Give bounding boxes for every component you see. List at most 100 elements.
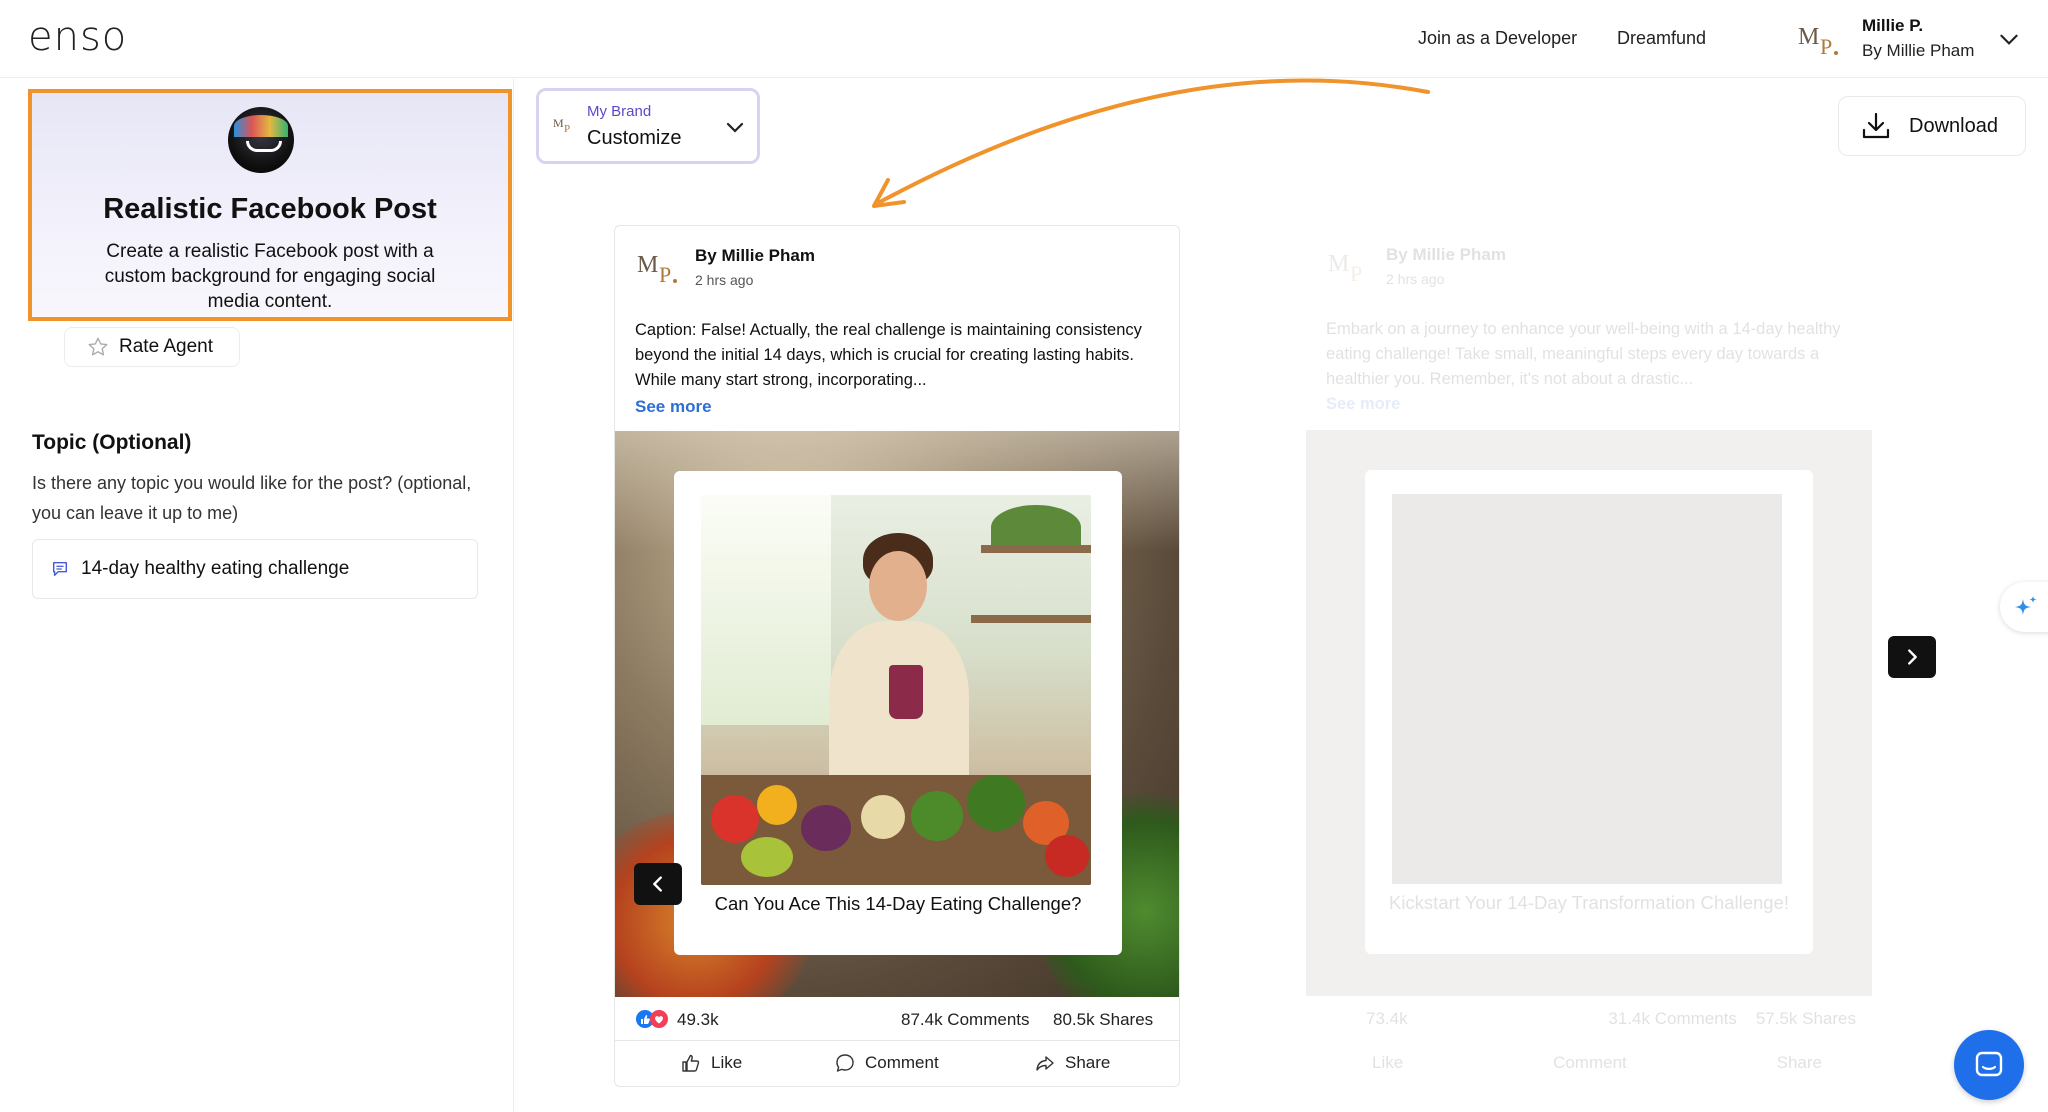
- next-post-comment-count: 31.4k Comments: [1608, 1009, 1737, 1028]
- svg-text:P: P: [1350, 261, 1362, 285]
- user-name[interactable]: Millie P.: [1862, 16, 1923, 36]
- next-post-actions: Like Comment Share: [1372, 1053, 1822, 1073]
- brand-label: My Brand: [587, 103, 652, 120]
- next-post-stats: 73.4k 31.4k Comments 57.5k Shares: [1326, 1009, 1856, 1029]
- next-post-caption: Embark on a journey to enhance your well…: [1326, 317, 1856, 417]
- messenger-icon: [1975, 1051, 2003, 1077]
- like-label: Like: [711, 1053, 743, 1072]
- photo-shelf: [981, 545, 1091, 553]
- facebook-post-preview: M P By Millie Pham 2 hrs ago Caption: Fa…: [614, 225, 1180, 1087]
- next-post-author: By Millie Pham: [1386, 245, 1506, 264]
- user-avatar[interactable]: M P: [1796, 20, 1840, 58]
- topic-heading: Topic (Optional): [32, 431, 192, 454]
- svg-text:P: P: [564, 123, 570, 133]
- post-caption: Caption: False! Actually, the real chall…: [635, 321, 1142, 389]
- photo-shelf: [971, 615, 1091, 623]
- next-post-button[interactable]: [1888, 636, 1936, 678]
- brand-logo-icon: M P: [553, 116, 570, 133]
- photo-fruit: [911, 791, 963, 841]
- previous-post-button[interactable]: [634, 863, 682, 905]
- support-chat-button[interactable]: [1954, 1030, 2024, 1100]
- photo-window: [701, 495, 831, 725]
- next-post-caption-text: Embark on a journey to enhance your well…: [1326, 320, 1841, 388]
- brand-value: Customize: [587, 127, 682, 149]
- photo-smoothie-glass: [889, 665, 923, 719]
- photo-fruit: [711, 795, 759, 843]
- chevron-down-icon[interactable]: [1996, 26, 2022, 52]
- next-post-share-label: Share: [1776, 1053, 1822, 1072]
- join-developer-link[interactable]: Join as a Developer: [1418, 28, 1577, 49]
- photo-fruit: [967, 775, 1025, 831]
- photo-fruit: [861, 795, 905, 839]
- share-count[interactable]: 80.5k Shares: [1053, 1010, 1153, 1030]
- ai-assistant-button[interactable]: [2000, 582, 2048, 632]
- star-icon: [88, 337, 108, 356]
- like-button[interactable]: Like: [681, 1053, 742, 1073]
- brand-select[interactable]: M P My Brand Customize: [536, 88, 760, 164]
- photo-fruit: [741, 837, 793, 877]
- next-post-like-label: Like: [1372, 1053, 1404, 1072]
- thumbs-up-icon: [682, 1054, 700, 1072]
- topic-description: Is there any topic you would like for th…: [32, 473, 472, 523]
- svg-text:M: M: [1328, 251, 1349, 277]
- comment-icon: [836, 1054, 854, 1072]
- chevron-right-icon: [1908, 649, 1917, 665]
- photo-fruit: [1045, 835, 1089, 877]
- next-post-author-avatar: M P: [1328, 251, 1362, 285]
- post-media: Can You Ace This 14-Day Eating Challenge…: [615, 431, 1179, 997]
- dreamfund-link[interactable]: Dreamfund: [1617, 28, 1706, 49]
- share-label: Share: [1065, 1053, 1111, 1072]
- svg-text:P: P: [659, 262, 671, 286]
- svg-text:M: M: [1798, 24, 1819, 50]
- photo-fruit: [801, 805, 851, 851]
- comment-count[interactable]: 87.4k Comments: [901, 1010, 1030, 1030]
- next-post-counts: 31.4k Comments 57.5k Shares: [1608, 1009, 1856, 1029]
- enso-logo[interactable]: enso: [28, 14, 127, 60]
- next-post-like-count: 73.4k: [1366, 1009, 1408, 1028]
- agent-card: Realistic Facebook Post Create a realist…: [28, 89, 512, 321]
- agent-avatar-icon: [228, 107, 294, 173]
- sparkle-icon: [2015, 596, 2037, 615]
- share-icon: [1036, 1056, 1054, 1071]
- topic-input-value: 14-day healthy eating challenge: [81, 558, 350, 579]
- comment-button[interactable]: Comment: [835, 1053, 939, 1073]
- post-author-avatar: M P: [637, 252, 677, 286]
- svg-text:M: M: [553, 116, 564, 130]
- agent-sidebar: Realistic Facebook Post Create a realist…: [0, 79, 514, 1112]
- rate-agent-label: Rate Agent: [119, 336, 214, 357]
- post-stats: 49.3k 87.4k Comments 80.5k Shares: [615, 997, 1179, 1041]
- next-post-comment-label: Comment: [1553, 1053, 1627, 1072]
- chevron-down-icon: [726, 122, 744, 133]
- like-count: 49.3k: [677, 1010, 719, 1029]
- chat-bubble-icon: [52, 561, 68, 577]
- reactions-icon: [636, 1010, 668, 1028]
- next-post-see-more: See more: [1326, 395, 1401, 413]
- share-button[interactable]: Share: [1035, 1053, 1110, 1073]
- next-post-preview[interactable]: M P By Millie Pham 2 hrs ago Embark on a…: [1306, 225, 1872, 1087]
- topic-input[interactable]: 14-day healthy eating challenge: [32, 539, 478, 599]
- download-label: Download: [1909, 114, 1998, 137]
- photo-person-face: [869, 551, 927, 621]
- download-icon: [1862, 112, 1890, 139]
- comment-label: Comment: [865, 1053, 939, 1072]
- user-subtitle: By Millie Pham: [1862, 41, 1975, 60]
- svg-text:P: P: [1820, 34, 1832, 58]
- agent-description: Create a realistic Facebook post with a …: [104, 241, 436, 312]
- next-post-share-count: 57.5k Shares: [1755, 1009, 1856, 1028]
- chevron-left-icon: [653, 876, 662, 892]
- media-caption: Can You Ace This 14-Day Eating Challenge…: [714, 893, 1082, 914]
- svg-text:M: M: [637, 252, 658, 278]
- next-post-time: 2 hrs ago: [1386, 271, 1445, 287]
- post-time: 2 hrs ago: [695, 272, 754, 288]
- rate-agent-button[interactable]: Rate Agent: [64, 327, 240, 367]
- post-actions: Like Comment Share: [615, 1041, 1179, 1086]
- download-button[interactable]: Download: [1838, 96, 2026, 156]
- next-post-media: Kickstart Your 14-Day Transformation Cha…: [1306, 430, 1872, 996]
- see-more-link[interactable]: See more: [635, 397, 712, 417]
- photo-fruit: [757, 785, 797, 825]
- post-photo: [701, 495, 1091, 885]
- agent-title: Realistic Facebook Post: [103, 193, 437, 225]
- next-post-media-caption: Kickstart Your 14-Day Transformation Cha…: [1388, 892, 1789, 913]
- next-post-photo: [1392, 494, 1782, 884]
- top-header: enso Join as a Developer Dreamfund M P M…: [0, 0, 2048, 78]
